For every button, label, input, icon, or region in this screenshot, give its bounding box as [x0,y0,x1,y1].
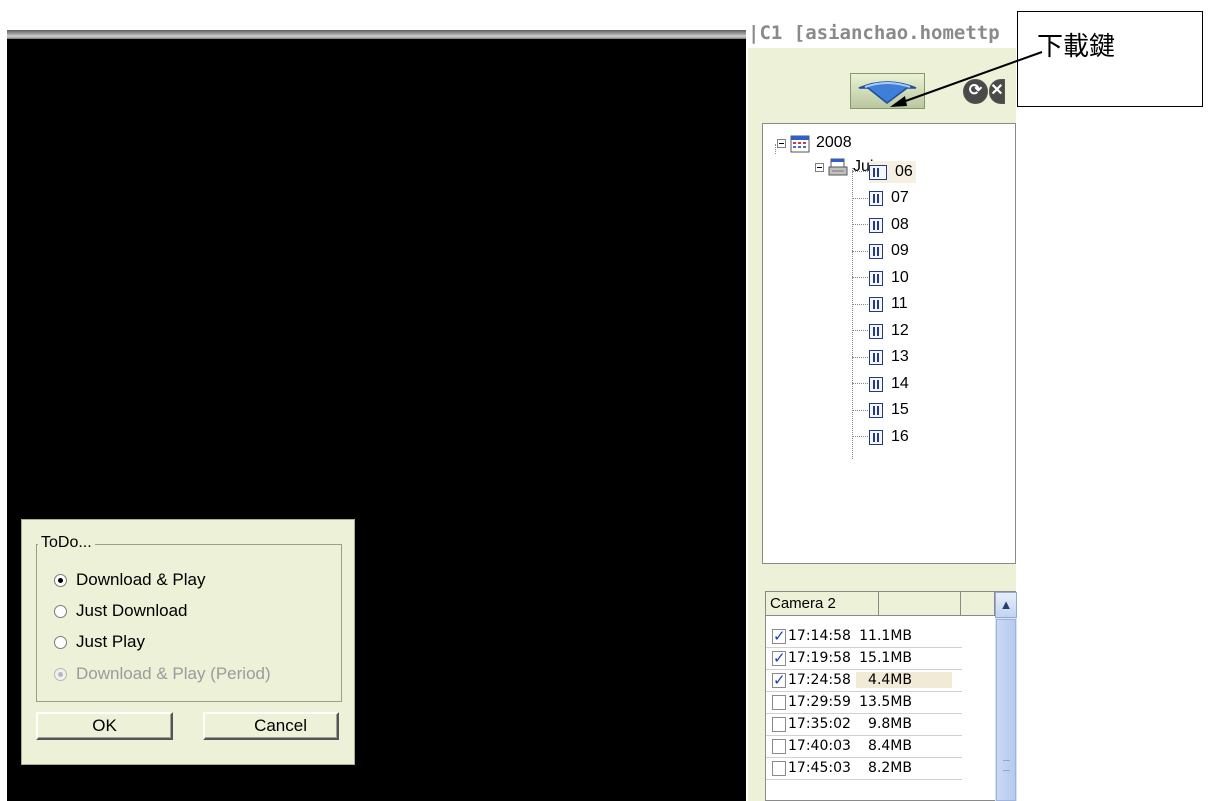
day-file-icon [869,164,887,180]
tree-day-label: 16 [891,428,909,445]
radio-label: Download & Play (Period) [76,664,271,683]
tree-day-label: 07 [891,189,909,206]
day-file-icon [869,190,883,206]
recording-row[interactable]: 17:29:59 13.5MB [766,692,962,714]
todo-group-label: ToDo... [38,534,95,552]
tree-node-month[interactable]: Jul [815,156,873,178]
date-tree: 2008 Jul 06 07 08 09 10 11 12 13 14 15 1… [762,123,1016,564]
cancel-button[interactable]: Cancel [203,712,339,740]
close-icon[interactable]: ✕ [989,79,1005,104]
tree-day-label: 14 [891,375,909,392]
tree-day-label: 08 [891,216,909,233]
tree-node-year[interactable]: 2008 [777,132,852,154]
recording-size: 8.4MB [868,738,912,754]
video-frame-top-border [7,30,746,39]
tree-day-13[interactable]: 13 [869,346,909,368]
column-header-size[interactable] [879,592,961,616]
radio-label: Download & Play [76,570,206,589]
radio-button[interactable] [54,573,67,587]
recording-row[interactable]: ✓ 17:14:58 11.1MB [766,626,962,648]
recording-row[interactable]: ✓ 17:24:58 4.4MB [766,670,962,692]
recording-time: 17:19:58 [788,650,851,666]
recording-row[interactable]: 17:35:02 9.8MB [766,714,962,736]
month-folder-icon [828,158,848,175]
radio-download-and-play-period: Download & Play (Period) [54,662,271,686]
column-header-camera[interactable]: Camera 2 [766,592,879,616]
tree-day-09[interactable]: 09 [869,240,909,262]
recording-size: 9.8MB [868,716,912,732]
tree-day-14[interactable]: 14 [869,373,909,395]
tree-day-label: 09 [891,242,909,259]
radio-label: Just Play [76,632,145,651]
recording-size: 4.4MB [868,672,912,688]
day-file-icon [869,349,883,365]
radio-button [54,667,67,681]
tree-day-06[interactable]: 06 [869,161,916,183]
recording-time: 17:24:58 [788,672,851,688]
tree-day-08[interactable]: 08 [869,214,909,236]
row-checkbox[interactable]: ✓ [772,629,786,644]
recording-list: Camera 2 ✓ 17:14:58 11.1MB ✓ 17:19:58 15.1MB… [765,591,1017,801]
recording-time: 17:14:58 [788,628,851,644]
recording-size: 11.1MB [859,628,912,644]
radio-just-play[interactable]: Just Play [54,630,145,654]
row-checkbox[interactable] [772,761,786,776]
day-file-icon [869,429,883,445]
tree-day-15[interactable]: 15 [869,399,909,421]
tree-day-label: 13 [891,348,909,365]
recording-time: 17:29:59 [788,694,851,710]
collapse-icon[interactable] [815,162,824,172]
radio-button[interactable] [54,604,67,618]
day-file-icon [869,402,883,418]
tree-day-11[interactable]: 11 [869,293,908,315]
column-header-extra[interactable] [961,592,995,616]
day-file-icon [869,270,883,286]
recording-size: 13.5MB [859,694,912,710]
calendar-icon [790,135,810,152]
row-checkbox[interactable] [772,717,786,732]
day-file-icon [869,376,883,392]
tree-day-10[interactable]: 10 [869,267,909,289]
tree-day-16[interactable]: 16 [869,426,909,448]
row-checkbox[interactable]: ✓ [772,651,786,666]
tree-day-07[interactable]: 07 [869,187,909,209]
collapse-icon[interactable] [777,138,786,148]
tree-day-label: 06 [895,163,913,180]
tree-node-label: 2008 [816,134,852,151]
radio-just-download[interactable]: Just Download [54,599,188,623]
tree-day-12[interactable]: 12 [869,320,909,342]
ok-button[interactable]: OK [36,712,173,740]
annotation-callout: 下載鍵 [1017,11,1203,107]
download-icon [858,81,917,104]
tree-day-label: 11 [891,295,908,312]
recording-time: 17:45:03 [788,760,851,776]
recording-size: 8.2MB [868,760,912,776]
recording-row[interactable]: ✓ 17:19:58 15.1MB [766,648,962,670]
row-checkbox[interactable]: ✓ [772,673,786,688]
row-checkbox[interactable] [772,695,786,710]
day-file-icon [869,296,883,312]
refresh-icon[interactable]: ⟳ [963,79,988,104]
radio-button[interactable] [54,635,67,649]
day-file-icon [869,243,883,259]
tree-day-label: 12 [891,322,909,339]
recording-size: 15.1MB [859,650,912,666]
recording-row[interactable]: 17:45:03 8.2MB [766,758,962,780]
recording-time: 17:40:03 [788,738,851,754]
tree-day-label: 15 [891,401,909,418]
radio-label: Just Download [76,601,188,620]
day-file-icon [869,217,883,233]
server-title: |C1 [asianchao.homettp [748,22,1000,44]
radio-download-and-play[interactable]: Download & Play [54,568,205,592]
scroll-thumb[interactable] [996,619,1016,801]
recording-row[interactable]: 17:40:03 8.4MB [766,736,962,758]
download-button[interactable] [850,73,925,109]
row-checkbox[interactable] [772,739,786,754]
list-scrollbar[interactable]: ▲ [995,592,1017,801]
recording-time: 17:35:02 [788,716,851,732]
tree-day-label: 10 [891,269,909,286]
day-file-icon [869,323,883,339]
scroll-up-arrow-icon[interactable]: ▲ [995,592,1017,618]
